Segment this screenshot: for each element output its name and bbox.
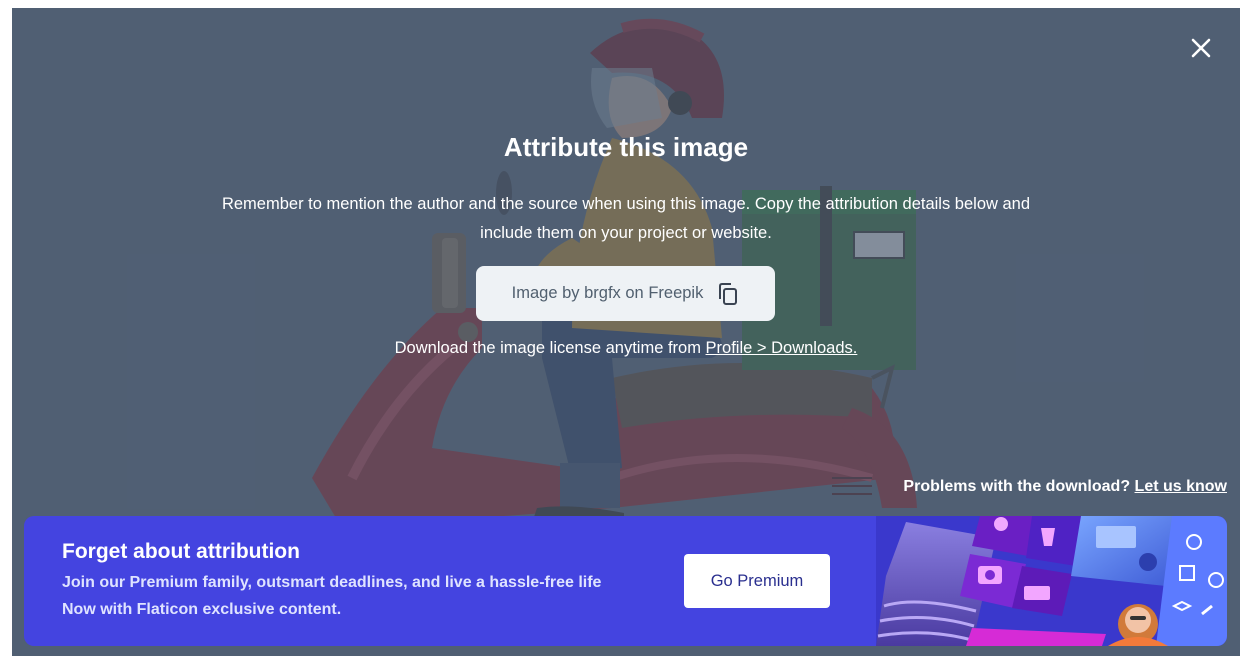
premium-collage-image bbox=[876, 516, 1227, 646]
profile-downloads-link[interactable]: Profile > Downloads. bbox=[706, 339, 858, 357]
banner-subtitle-2: Now with Flaticon exclusive content. bbox=[62, 601, 342, 618]
copy-icon bbox=[719, 282, 738, 305]
download-problems-note: Problems with the download? Let us know bbox=[903, 478, 1227, 496]
license-prefix: Download the image license anytime from bbox=[394, 339, 706, 357]
banner-title: Forget about attribution bbox=[62, 540, 300, 563]
copy-attribution-button[interactable]: Image by brgfx on Freepik bbox=[476, 266, 775, 321]
let-us-know-link[interactable]: Let us know bbox=[1135, 478, 1227, 495]
modal-description: Remember to mention the author and the s… bbox=[221, 195, 1031, 242]
close-icon[interactable] bbox=[1188, 35, 1214, 61]
go-premium-button[interactable]: Go Premium bbox=[684, 554, 830, 608]
premium-banner: Forget about attribution Join our Premiu… bbox=[24, 516, 1227, 646]
viewport: Attribute this image Remember to mention… bbox=[0, 0, 1245, 656]
license-note: Download the image license anytime from … bbox=[12, 339, 1240, 358]
attribution-text: Image by brgfx on Freepik bbox=[511, 284, 704, 302]
problems-text: Problems with the download? bbox=[903, 478, 1135, 495]
modal-title: Attribute this image bbox=[503, 132, 749, 162]
attribution-modal: Attribute this image Remember to mention… bbox=[12, 8, 1240, 656]
banner-subtitle-1: Join our Premium family, outsmart deadli… bbox=[62, 574, 602, 591]
